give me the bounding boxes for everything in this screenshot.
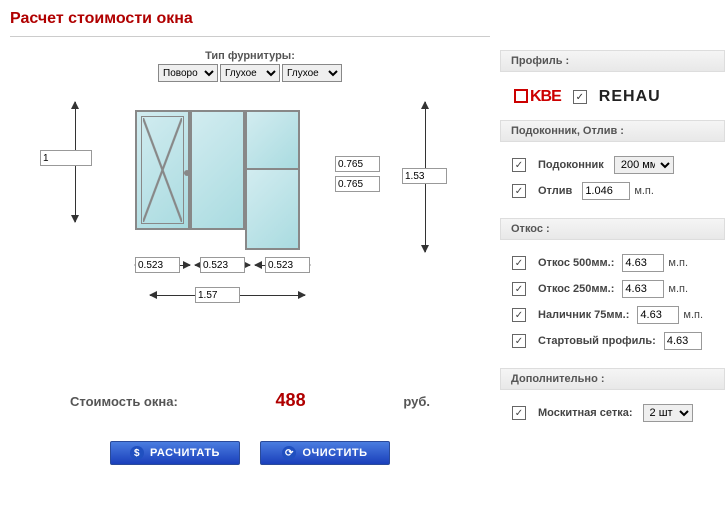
w1-input[interactable] <box>135 257 180 273</box>
furniture-select-1[interactable]: Поворо <box>158 64 218 82</box>
startprofile-input[interactable] <box>664 332 702 350</box>
slope250-unit: м.п. <box>668 283 688 295</box>
height-total-input[interactable] <box>402 168 447 184</box>
slope500-unit: м.п. <box>668 257 688 269</box>
calculate-button[interactable]: $ РАСЧИТАТЬ <box>110 441 240 465</box>
pane-2 <box>190 110 245 230</box>
slope250-checkbox[interactable]: ✓ <box>512 282 526 296</box>
mesh-label: Москитная сетка: <box>538 407 633 419</box>
row-casing: ✓ Наличник 75мм.: м.п. <box>500 302 725 328</box>
calculate-label: РАСЧИТАТЬ <box>150 447 220 459</box>
section-profile: Профиль : <box>500 50 725 72</box>
kbe-checkbox[interactable]: ✓ <box>573 90 587 104</box>
rehau-logo: REHAU <box>599 88 661 106</box>
height-upper-input[interactable] <box>335 156 380 172</box>
door-pane <box>245 168 300 250</box>
left-panel: Тип фурнитуры: Поворо Глухое Глухое <box>0 50 500 510</box>
right-panel: Профиль : KBE ✓ REHAU Подоконник, Отлив … <box>500 50 725 426</box>
ebb-label: Отлив <box>538 185 572 197</box>
w3-input[interactable] <box>265 257 310 273</box>
button-row: $ РАСЧИТАТЬ ⟳ ОЧИСТИТЬ <box>0 441 500 465</box>
startprofile-label: Стартовый профиль: <box>538 335 656 347</box>
row-slope250: ✓ Откос 250мм.: м.п. <box>500 276 725 302</box>
row-sill: ✓ Подоконник 200 мм <box>500 152 725 178</box>
slope250-input[interactable] <box>622 280 664 298</box>
slope500-input[interactable] <box>622 254 664 272</box>
furniture-select-2[interactable]: Глухое <box>220 64 280 82</box>
refresh-icon: ⟳ <box>282 446 296 460</box>
price-value: 488 <box>276 390 306 411</box>
w-total-input[interactable] <box>195 287 240 303</box>
clear-button[interactable]: ⟳ ОЧИСТИТЬ <box>260 441 390 465</box>
w2-input[interactable] <box>200 257 245 273</box>
slope500-checkbox[interactable]: ✓ <box>512 256 526 270</box>
mesh-checkbox[interactable]: ✓ <box>512 406 526 420</box>
price-row: Стоимость окна: 488 руб. <box>70 390 430 411</box>
section-slope: Откос : <box>500 218 725 240</box>
section-extra: Дополнительно : <box>500 368 725 390</box>
casing-checkbox[interactable]: ✓ <box>512 308 526 322</box>
height-lower-input[interactable] <box>335 176 380 192</box>
row-startprofile: ✓ Стартовый профиль: <box>500 328 725 354</box>
price-unit: руб. <box>403 394 430 409</box>
row-slope500: ✓ Откос 500мм.: м.п. <box>500 250 725 276</box>
pane-3 <box>245 110 300 170</box>
window-graphic <box>135 110 300 250</box>
row-mesh: ✓ Москитная сетка: 2 шт <box>500 400 725 426</box>
profile-logos: KBE ✓ REHAU <box>500 82 725 120</box>
furniture-label: Тип фурнитуры: <box>0 50 500 62</box>
price-label: Стоимость окна: <box>70 394 178 409</box>
kbe-logo: KBE <box>514 88 561 106</box>
casing-unit: м.п. <box>683 309 703 321</box>
ebb-input[interactable] <box>582 182 630 200</box>
pane-1 <box>135 110 190 230</box>
slope500-label: Откос 500мм.: <box>538 257 614 269</box>
sill-label: Подоконник <box>538 159 604 171</box>
row-ebb: ✓ Отлив м.п. <box>500 178 725 204</box>
ebb-checkbox[interactable]: ✓ <box>512 184 526 198</box>
section-sill: Подоконник, Отлив : <box>500 120 725 142</box>
height-left-input[interactable] <box>40 150 92 166</box>
dollar-icon: $ <box>130 446 144 460</box>
mesh-select[interactable]: 2 шт <box>643 404 693 422</box>
page-title: Расчет стоимости окна <box>0 0 725 36</box>
slope250-label: Откос 250мм.: <box>538 283 614 295</box>
startprofile-checkbox[interactable]: ✓ <box>512 334 526 348</box>
sill-select[interactable]: 200 мм <box>614 156 674 174</box>
furniture-selects: Поворо Глухое Глухое <box>0 64 500 82</box>
window-diagram <box>0 90 460 350</box>
casing-label: Наличник 75мм.: <box>538 309 629 321</box>
sill-checkbox[interactable]: ✓ <box>512 158 526 172</box>
furniture-select-3[interactable]: Глухое <box>282 64 342 82</box>
ebb-unit: м.п. <box>634 185 654 197</box>
clear-label: ОЧИСТИТЬ <box>302 447 367 459</box>
casing-input[interactable] <box>637 306 679 324</box>
divider <box>10 36 490 37</box>
